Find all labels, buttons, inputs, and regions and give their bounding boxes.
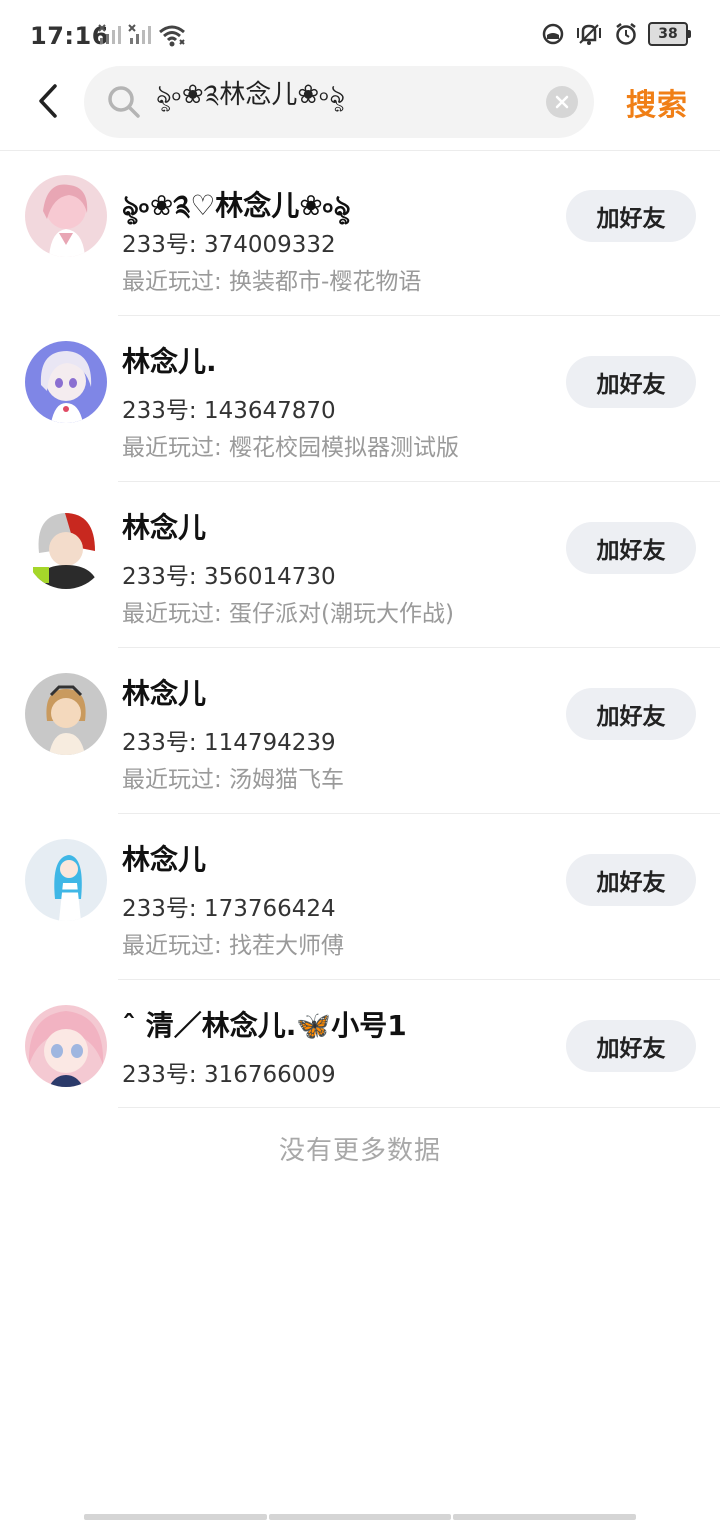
add-friend-button[interactable]: 加好友	[566, 522, 696, 574]
status-bar: 17:16 38	[0, 0, 720, 72]
recent-game: 最近玩过: 樱花校园模拟器测试版	[122, 435, 460, 461]
search-header: 搜索	[0, 64, 720, 151]
divider	[118, 1107, 720, 1108]
add-friend-button[interactable]: 加好友	[566, 854, 696, 906]
back-button[interactable]	[26, 76, 70, 126]
status-left-icons	[98, 24, 186, 48]
nickname: 林念儿	[122, 511, 207, 544]
result-row[interactable]: 林念儿 233号: 356014730 最近玩过: 蛋仔派对(潮玩大作战) 加好…	[0, 482, 720, 648]
result-row[interactable]: ৡ৹❀༉♡林念儿❀৹ৡ 233号: 374009332 最近玩过: 换装都市-樱…	[0, 150, 720, 316]
avatar[interactable]	[25, 839, 107, 921]
clear-icon	[555, 95, 569, 109]
add-friend-button[interactable]: 加好友	[566, 688, 696, 740]
recent-game: 最近玩过: 汤姆猫飞车	[122, 767, 345, 793]
result-row[interactable]: 林念儿 233号: 173766424 最近玩过: 找茬大师傅 加好友	[0, 814, 720, 980]
status-right-icons: 38	[542, 22, 691, 46]
user-id: 233号: 143647870	[122, 398, 336, 424]
search-box[interactable]	[84, 66, 594, 138]
result-row[interactable]: 林念儿 233号: 114794239 最近玩过: 汤姆猫飞车 加好友	[0, 648, 720, 814]
avatar[interactable]	[25, 175, 107, 257]
nickname: 林念儿.	[122, 345, 217, 378]
result-row[interactable]: ˆ 清／林念儿.🦋小号1 233号: 316766009 加好友	[0, 980, 720, 1108]
user-id: 233号: 114794239	[122, 730, 336, 756]
results-list: ৡ৹❀༉♡林念儿❀৹ৡ 233号: 374009332 最近玩过: 换装都市-樱…	[0, 150, 720, 1108]
recent-game: 最近玩过: 找茬大师傅	[122, 933, 345, 959]
avatar[interactable]	[25, 1005, 107, 1087]
signal-icon	[98, 24, 121, 44]
search-icon	[108, 86, 140, 118]
result-row[interactable]: 林念儿. 233号: 143647870 最近玩过: 樱花校园模拟器测试版 加好…	[0, 316, 720, 482]
add-friend-button[interactable]: 加好友	[566, 190, 696, 242]
alarm-icon	[616, 23, 636, 45]
add-friend-button[interactable]: 加好友	[566, 1020, 696, 1072]
avatar[interactable]	[25, 341, 107, 423]
nickname: 林念儿	[122, 843, 207, 876]
user-id: 233号: 173766424	[122, 896, 336, 922]
user-id: 233号: 374009332	[122, 232, 336, 258]
back-icon	[39, 84, 57, 118]
wifi-icon	[159, 25, 185, 47]
search-submit-button[interactable]: 搜索	[626, 80, 688, 124]
no-more-data-text: 没有更多数据	[278, 1136, 441, 1166]
avatar[interactable]	[25, 673, 107, 755]
avatar[interactable]	[25, 507, 107, 589]
add-friend-button[interactable]: 加好友	[566, 356, 696, 408]
notification-icon	[542, 23, 564, 45]
home-indicator[interactable]	[84, 1514, 637, 1520]
user-id: 233号: 316766009	[122, 1062, 336, 1088]
vibrate-icon	[577, 24, 601, 45]
nickname: ˆ 清／林念儿.🦋小号1	[122, 1009, 407, 1042]
battery-icon: 38	[648, 22, 691, 46]
recent-game: 最近玩过: 蛋仔派对(潮玩大作战)	[122, 601, 455, 627]
clear-button[interactable]	[546, 86, 578, 118]
search-input[interactable]	[156, 80, 536, 124]
signal-icon	[128, 24, 151, 44]
user-id: 233号: 356014730	[122, 564, 336, 590]
recent-game: 最近玩过: 换装都市-樱花物语	[122, 269, 422, 295]
nickname: 林念儿	[122, 677, 207, 710]
